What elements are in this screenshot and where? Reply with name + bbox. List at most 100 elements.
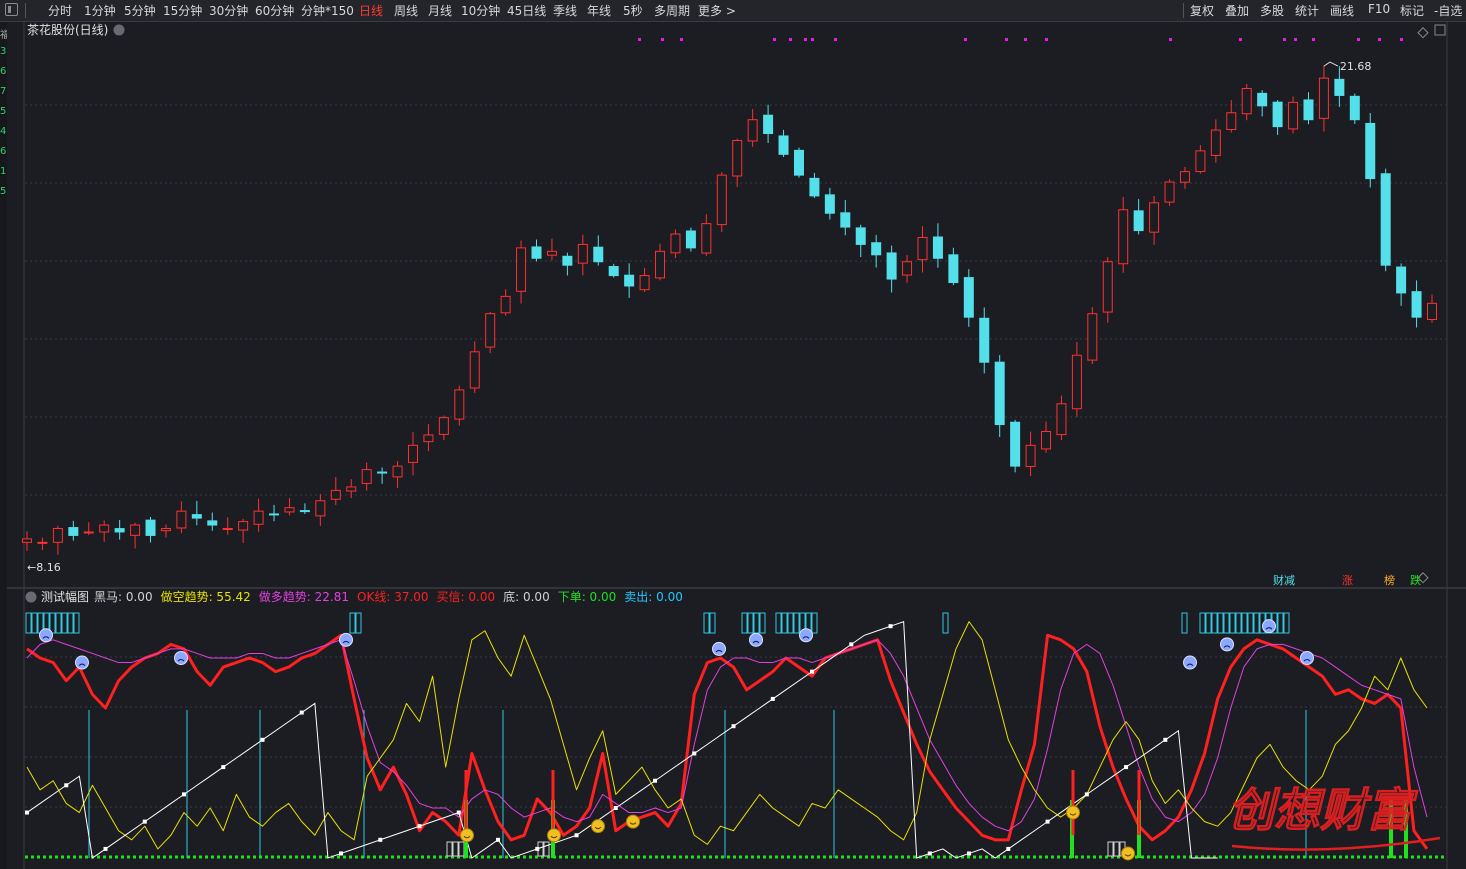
candle-body <box>438 417 449 435</box>
signal-marker <box>1357 38 1360 41</box>
candle-body <box>593 246 604 263</box>
candle-body <box>809 177 820 197</box>
candle-body <box>485 313 496 348</box>
candle-body <box>917 236 928 261</box>
candle-body <box>763 114 774 135</box>
series-black-horse-dot <box>1006 846 1011 851</box>
candle-body <box>948 254 959 284</box>
candle-body <box>392 465 403 478</box>
signal-marker <box>804 38 807 41</box>
indicator-label: 做空趋势: 55.42 <box>161 589 251 604</box>
candle-body <box>793 149 804 176</box>
candle-body <box>855 227 866 245</box>
high-price-label: 21.68 <box>1340 60 1372 73</box>
price-panel-tag: 跌 <box>1410 573 1421 587</box>
candle-body <box>1056 403 1067 436</box>
candle-body <box>546 250 557 256</box>
watermark-logo: 创想财富 <box>1228 783 1418 837</box>
candle-body <box>191 514 202 519</box>
candle-body <box>83 531 94 534</box>
signal-marker <box>834 38 837 41</box>
series-black-horse-dot <box>103 846 108 851</box>
candle-body <box>299 510 310 513</box>
candle-body <box>454 389 465 420</box>
smile-icon <box>591 819 605 834</box>
frown-icon <box>1262 619 1276 634</box>
candle-body <box>22 538 32 543</box>
candle-body <box>1318 77 1329 119</box>
price-panel-tag: 涨 <box>1342 574 1353 587</box>
series-black-horse-dot <box>1084 792 1089 797</box>
signal-marker <box>680 38 683 41</box>
candle-body <box>732 139 743 177</box>
signal-marker <box>1169 38 1172 41</box>
indicator-title: 测试幅图 <box>41 589 89 604</box>
signal-marker <box>1239 38 1242 41</box>
candle-body <box>500 295 511 314</box>
smile-icon <box>1121 846 1135 861</box>
candle-body <box>114 528 125 533</box>
candle-body <box>577 243 588 264</box>
signal-marker <box>964 38 967 41</box>
candle-body <box>1380 173 1391 266</box>
candle-body <box>963 277 974 318</box>
series-black-horse-dot <box>299 710 304 715</box>
candle-body <box>315 500 326 517</box>
candle-body <box>1241 88 1252 115</box>
candle-body <box>685 230 696 249</box>
candle-body <box>1133 210 1144 232</box>
signal-marker <box>1005 38 1008 41</box>
candle-body <box>1210 129 1221 156</box>
candle-body <box>1226 112 1237 131</box>
series-black-horse-dot <box>142 819 147 824</box>
price-panel-tag: 榜 <box>1384 573 1395 587</box>
candle-body <box>346 486 357 492</box>
signal-marker <box>1024 38 1027 41</box>
candle-body <box>269 513 280 516</box>
series-black-horse-dot <box>692 751 697 756</box>
candle-body <box>994 361 1005 426</box>
series-black-horse-dot <box>927 851 932 856</box>
indicator-label: 做多趋势: 22.81 <box>259 589 349 604</box>
candle-body <box>222 527 233 530</box>
series-black-horse-dot <box>770 696 775 701</box>
candle-body <box>1411 291 1422 318</box>
frown-icon <box>339 632 353 647</box>
candle-body <box>1041 430 1052 450</box>
candle-body <box>423 434 434 443</box>
series-black-horse-dot <box>849 642 854 647</box>
series-black-horse-dot <box>260 737 265 742</box>
series-black-horse-dot <box>64 783 69 788</box>
candle-body <box>1118 209 1129 265</box>
frown-icon <box>1183 655 1197 670</box>
series-black-horse-dot <box>1124 765 1129 770</box>
signal-marker <box>1378 38 1381 41</box>
candle-body <box>130 524 141 536</box>
series-black-horse-dot <box>574 833 579 838</box>
series-black-horse-dot <box>339 851 344 856</box>
frown-icon <box>749 632 763 647</box>
stock-chart[interactable]: 茶花股份(日线) 21.68 ←8.16 财减 涨 榜 跌测试幅图 黑马: 0.00 做空趋势:… <box>0 0 1466 869</box>
chevron-down-icon <box>25 591 37 603</box>
series-black-horse-dot <box>378 837 383 842</box>
series-black-horse-dot <box>731 724 736 729</box>
candle-body <box>655 250 666 279</box>
candle-body <box>68 527 79 536</box>
candle-body <box>716 174 727 226</box>
indicator-label: 底: 0.00 <box>503 589 550 604</box>
series-black-horse-dot <box>535 846 540 851</box>
candle-body <box>778 135 789 155</box>
candle-body <box>160 527 171 532</box>
chevron-down-icon <box>113 24 125 36</box>
smile-icon <box>1066 805 1080 820</box>
candle-body <box>979 317 990 363</box>
candle-body <box>1149 202 1160 233</box>
candle-body <box>361 469 372 484</box>
candle-body <box>1272 101 1283 128</box>
signal-marker <box>1312 38 1315 41</box>
candle-body <box>871 242 882 256</box>
candle-body <box>407 444 418 463</box>
series-black-horse-dot <box>888 624 893 629</box>
signal-marker <box>773 38 776 41</box>
smile-icon <box>547 828 561 843</box>
